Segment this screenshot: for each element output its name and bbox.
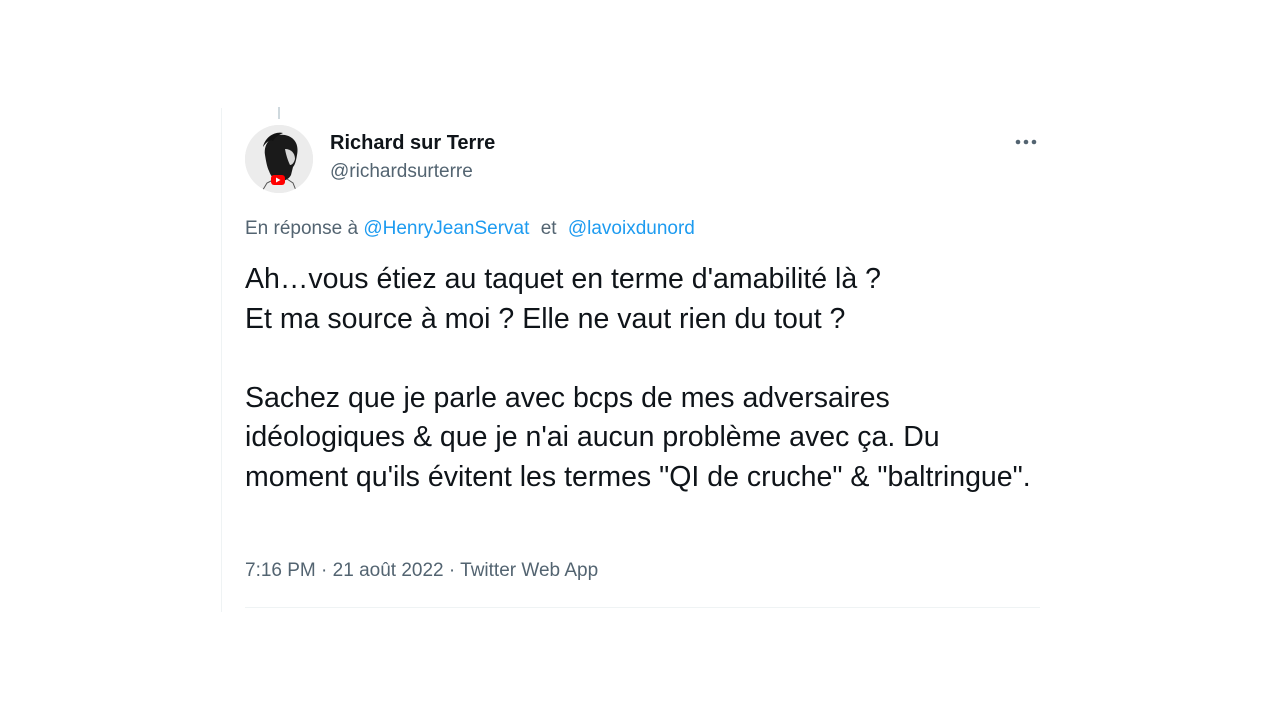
more-dots-icon	[1015, 139, 1037, 145]
thread-connector-line	[278, 107, 280, 119]
tweet-date[interactable]: 21 août 2022	[333, 560, 444, 581]
tweet-page: Richard sur Terre @richardsurterre En ré…	[0, 0, 1280, 720]
author-display-name[interactable]: Richard sur Terre	[330, 132, 495, 155]
more-options-button[interactable]	[1012, 130, 1040, 154]
tweet-body: Ah…vous étiez au taquet en terme d'amabi…	[245, 263, 1031, 493]
meta-dot: ·	[321, 560, 328, 581]
tweet-source[interactable]: Twitter Web App	[460, 560, 598, 581]
tweet-metadata: 7:16 PM · 21 août 2022 · Twitter Web App	[245, 560, 598, 582]
reply-mention-lavoixdunord[interactable]: @lavoixdunord	[568, 218, 695, 239]
tweet-divider	[245, 607, 1040, 608]
reply-mention-henryjeanservat[interactable]: @HenryJeanServat	[363, 218, 529, 239]
reply-prefix: En réponse à	[245, 218, 359, 239]
tweet-time[interactable]: 7:16 PM	[245, 560, 316, 581]
reply-context: En réponse à @HenryJeanServat et @lavoix…	[245, 218, 695, 240]
meta-dot: ·	[448, 560, 456, 581]
bearded-man-profile-avatar-icon	[245, 125, 313, 193]
author-handle[interactable]: @richardsurterre	[330, 161, 473, 183]
timeline-border	[221, 108, 222, 612]
reply-separator: et	[540, 218, 557, 239]
author-avatar[interactable]	[245, 125, 313, 193]
